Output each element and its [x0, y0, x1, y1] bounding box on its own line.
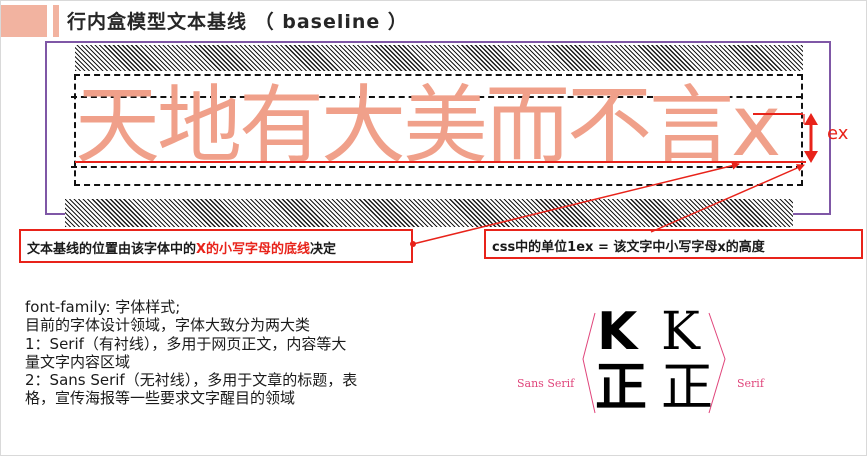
annotation-arrows: [410, 113, 818, 247]
slide: 行内盒模型文本基线 （ baseline ） 天地有大美而不言x ex 文本基线…: [0, 0, 867, 456]
